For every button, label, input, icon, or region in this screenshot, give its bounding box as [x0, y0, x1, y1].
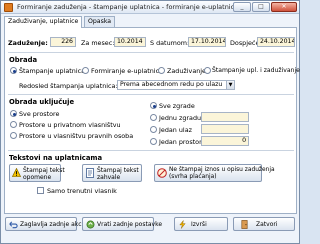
window-title: Formiranje zaduženja - štampanje uplatni… — [17, 3, 239, 11]
tab-panel: Zaduženje: 226 Za mesec: 10.2014 S datum… — [4, 27, 300, 214]
zaduzenje-field[interactable]: 226 — [50, 37, 76, 47]
izvrsi-button[interactable]: Izvrši — [174, 217, 228, 231]
jedan-prostor-field[interactable]: 0 — [201, 136, 249, 146]
warning-icon — [11, 167, 22, 177]
jedan-ulaz-field[interactable] — [201, 124, 249, 134]
radio-stampanje-uplatnica-label: Štampanje uplatnica — [19, 67, 86, 75]
za-mesec-label: Za mesec: — [81, 39, 115, 47]
radio-formiranje-euplatnica[interactable] — [82, 67, 89, 74]
zaglavlja-button[interactable]: Zaglavlja zadnje akcije — [5, 217, 89, 231]
stampaj-zahvale-button[interactable]: Štampaj tekst zahvale — [82, 164, 142, 182]
chevron-down-icon[interactable]: ▼ — [226, 81, 234, 89]
stampaj-opomene-button[interactable]: Štampaj tekst opomene — [9, 164, 65, 182]
undo-icon — [9, 220, 18, 229]
jednu-zgradu-field[interactable] — [201, 112, 249, 122]
radio-zaduzivanje[interactable] — [158, 67, 165, 74]
redosled-value: Prema abecednom redu po ulazu — [120, 81, 223, 88]
radio-zaduzivanje-label: Zaduživanje — [167, 67, 206, 75]
stampaj-zahvale-line1: Štampaj tekst — [97, 167, 139, 174]
restore-icon — [86, 220, 95, 229]
radio-jedan-prostor-label: Jedan prostor — [159, 138, 202, 146]
ne-stampaj-iznos-button[interactable]: Ne štampaj iznos u opisu zaduženja (svrh… — [154, 164, 275, 182]
obrada-ukljucuje-title: Obrada uključuje — [9, 98, 75, 106]
samo-trenutni-vlasnik-checkbox[interactable] — [37, 187, 44, 194]
zaglavlja-label: Zaglavlja zadnje akcije — [20, 221, 89, 228]
zaduzenje-label: Zaduženje: — [8, 39, 48, 47]
radio-jedan-prostor[interactable] — [150, 138, 157, 145]
radio-sve-prostore-label: Sve prostore — [19, 110, 60, 118]
title-bar: Formiranje zaduženja - štampanje uplatni… — [1, 1, 299, 14]
radio-jedan-ulaz[interactable] — [150, 126, 157, 133]
tekstovi-title: Tekstovi na uplatnicama — [9, 154, 103, 162]
divider — [8, 52, 294, 53]
s-datumom-field[interactable]: 17.10.2014 — [188, 37, 226, 47]
izvrsi-label: Izvrši — [191, 221, 207, 228]
stampaj-opomene-line2: opomene — [23, 174, 52, 181]
zatvori-label: Zatvori — [256, 221, 278, 228]
radio-formiranje-euplatnica-label: Formiranje e-uplatnica — [91, 67, 164, 75]
radio-stampanje-uplatnica[interactable] — [10, 67, 17, 74]
radio-jednu-zgradu[interactable] — [150, 114, 157, 121]
close-button[interactable]: ✕ — [271, 2, 297, 12]
tab-opaska[interactable]: Opaska — [84, 16, 116, 27]
radio-stampanje-i-zaduzivanje-label: Štampanje upl. i zaduživanje — [212, 67, 300, 74]
radio-privatni-prostori[interactable] — [10, 121, 17, 128]
redosled-dropdown[interactable]: Prema abecednom redu po ulazu ▼ — [117, 80, 235, 90]
divider — [8, 150, 294, 151]
ne-stampaj-iznos-line2: (svrha plaćanja) — [169, 174, 217, 180]
samo-trenutni-vlasnik-label: Samo trenutni vlasnik — [47, 187, 117, 195]
app-icon — [4, 3, 13, 12]
radio-pravne-osobe[interactable] — [10, 132, 17, 139]
stampaj-zahvale-line2: zahvale — [97, 174, 121, 181]
s-datumom-label: S datumom: — [150, 39, 190, 47]
radio-sve-zgrade[interactable] — [150, 102, 157, 109]
radio-sve-prostore[interactable] — [10, 110, 17, 117]
radio-stampanje-i-zaduzivanje[interactable] — [204, 67, 211, 74]
lightning-icon — [178, 220, 187, 229]
stampaj-opomene-line1: Štampaj tekst — [23, 167, 65, 174]
main-window: Formiranje zaduženja - štampanje uplatni… — [0, 0, 300, 244]
door-exit-icon — [240, 220, 249, 229]
vrati-postavke-button[interactable]: Vrati zadnje postavke — [82, 217, 162, 231]
radio-jedan-ulaz-label: Jedan ulaz — [159, 126, 192, 134]
radio-sve-zgrade-label: Sve zgrade — [159, 102, 195, 110]
vrati-postavke-label: Vrati zadnje postavke — [97, 221, 163, 228]
obrada-title: Obrada — [9, 56, 38, 64]
tab-zaduzivanje[interactable]: Zaduživanje, uplatnice — [4, 16, 83, 28]
divider — [8, 94, 294, 95]
maximize-button[interactable]: □ — [252, 2, 270, 12]
za-mesec-field[interactable]: 10.2014 — [114, 37, 146, 47]
radio-jednu-zgradu-label: Jednu zgradu — [159, 114, 202, 122]
dospjece-field[interactable]: 24.10.2014 — [257, 37, 295, 47]
ne-stampaj-iznos-line1: Ne štampaj iznos u opisu zaduženja — [169, 167, 275, 173]
zatvori-button[interactable]: Zatvori — [233, 217, 295, 231]
minimize-button[interactable]: _ — [233, 2, 251, 12]
radio-pravne-osobe-label: Prostore u vlasništvu pravnih osoba — [19, 132, 134, 140]
document-icon — [85, 168, 95, 178]
redosled-label: Redosled štampanja uplatnica: — [19, 82, 118, 90]
no-money-icon — [157, 168, 167, 178]
radio-privatni-prostori-label: Prostore u privatnom vlasništvu — [19, 121, 121, 129]
